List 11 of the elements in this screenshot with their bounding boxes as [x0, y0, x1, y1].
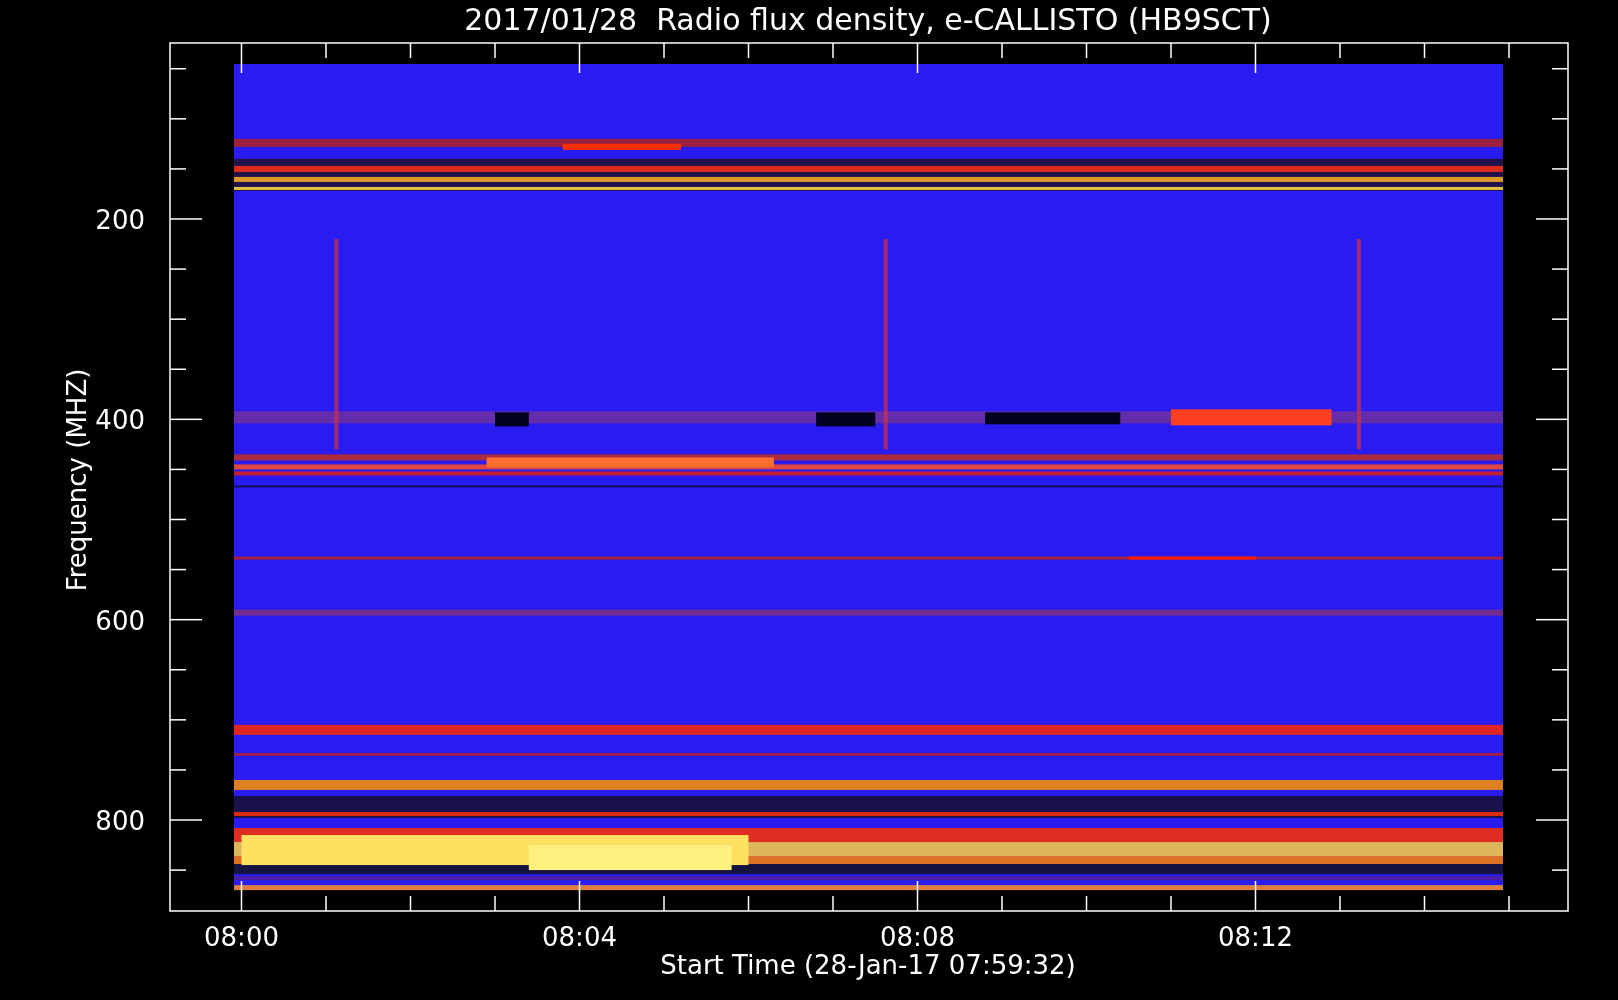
- y-axis-label: Frequency (MHZ): [62, 368, 92, 592]
- y-tick-label: 400: [95, 405, 145, 436]
- x-tick-label: 08:12: [1218, 922, 1293, 952]
- x-tick-label: 08:08: [880, 922, 955, 952]
- y-tick-label: 200: [95, 205, 145, 235]
- y-tick-label: 600: [95, 605, 145, 636]
- y-tick-label: 800: [95, 806, 145, 836]
- x-tick-label: 08:00: [204, 922, 279, 952]
- x-axis-label: Start Time (28-Jan-17 07:59:32): [660, 950, 1076, 980]
- chart-title: 2017/01/28 Radio flux density, e-CALLISTO (HB9SCT): [464, 2, 1272, 37]
- x-tick-label: 08:04: [542, 922, 617, 952]
